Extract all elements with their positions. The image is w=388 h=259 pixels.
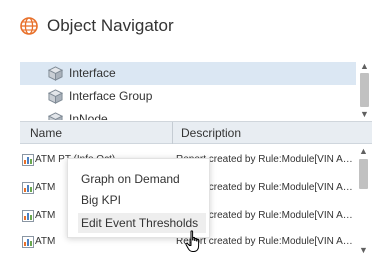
report-icon xyxy=(22,154,34,166)
cube-icon xyxy=(48,66,63,81)
context-menu: Graph on Demand Big KPI Edit Event Thres… xyxy=(67,158,210,238)
menu-item-big-kpi[interactable]: Big KPI xyxy=(78,190,206,210)
cube-icon xyxy=(48,112,63,120)
column-header-name[interactable]: Name xyxy=(30,126,62,140)
scroll-up-icon[interactable]: ▲ xyxy=(357,60,372,72)
tree-item-label: Interface Group xyxy=(69,89,153,103)
column-header-description[interactable]: Description xyxy=(181,126,241,140)
scroll-up-icon[interactable]: ▲ xyxy=(356,145,371,157)
object-tree: Interface Interface Group InNode xyxy=(20,60,372,120)
tree-item-label: Interface xyxy=(69,66,116,80)
menu-item-graph-on-demand[interactable]: Graph on Demand xyxy=(78,169,206,189)
cube-icon xyxy=(48,89,63,104)
scroll-down-icon[interactable]: ▼ xyxy=(356,244,371,256)
scrollbar-thumb[interactable] xyxy=(360,73,369,107)
globe-icon xyxy=(20,17,38,35)
tree-item-innode[interactable]: InNode xyxy=(20,108,356,120)
panel-header: Object Navigator xyxy=(0,0,388,52)
tree-scrollbar[interactable]: ▲ ▼ xyxy=(357,60,372,120)
tree-item-interface[interactable]: Interface xyxy=(20,62,356,85)
hand-cursor-icon xyxy=(185,230,200,252)
report-icon xyxy=(22,236,34,248)
report-icon xyxy=(22,182,34,194)
column-divider[interactable] xyxy=(172,122,173,144)
tree-item-interface-group[interactable]: Interface Group xyxy=(20,85,356,108)
panel-title: Object Navigator xyxy=(47,16,174,35)
table-header: Name Description xyxy=(20,122,372,144)
scroll-down-icon[interactable]: ▼ xyxy=(357,108,372,120)
report-icon xyxy=(22,210,34,222)
tree-item-label: InNode xyxy=(69,112,108,120)
table-scrollbar[interactable]: ▲ ▼ xyxy=(356,145,371,259)
scrollbar-thumb[interactable] xyxy=(359,159,368,189)
